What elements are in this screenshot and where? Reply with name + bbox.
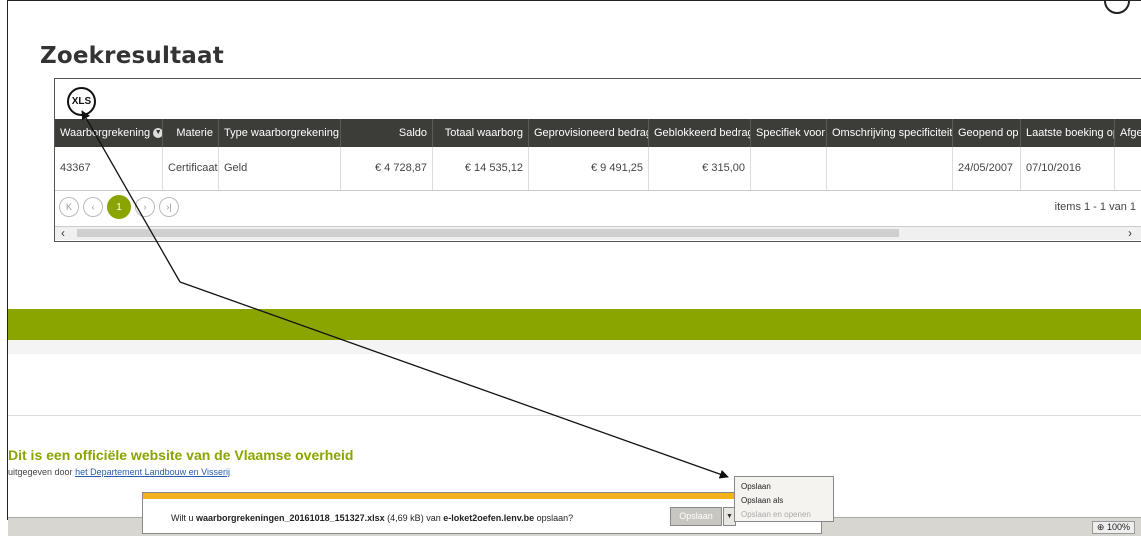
prev-page-button[interactable]: ‹ [83,197,103,217]
xls-export-icon[interactable]: XLS [67,87,96,116]
download-filename: waarborgrekeningen_20161018_151327.xlsx [196,513,385,523]
save-options-menu: Opslaan Opslaan als Opslaan en openen [734,476,834,522]
col-header-specifiek-voor[interactable]: Specifiek voor [751,119,827,147]
page-title: Zoekresultaat [40,43,224,69]
menu-item-save[interactable]: Opslaan [735,480,833,494]
official-notice: Dit is een officiële website van de Vlaa… [8,447,354,463]
col-header-materie[interactable]: Materie [163,119,219,147]
sort-desc-icon[interactable]: ▼ [153,128,162,139]
col-header-saldo[interactable]: Saldo [341,119,433,147]
col-header-laatste-boeking[interactable]: Laatste boeking op [1021,119,1115,147]
menu-item-save-as[interactable]: Opslaan als [735,494,833,508]
cell-specifiek-voor [751,147,827,190]
search-icon[interactable] [1104,0,1130,14]
cell-geprovisioneerd: € 9 491,25 [529,147,649,190]
zoom-level[interactable]: ⊕ 100% [1091,521,1135,534]
table-row[interactable]: 43367 Certificaat Geld € 4 728,87 € 14 5… [55,147,1141,191]
cell-type: Geld [219,147,341,190]
col-header-geprovisioneerd[interactable]: Geprovisioneerd bedrag [529,119,649,147]
footer-divider [8,415,1141,416]
scroll-left-icon[interactable]: ‹ [61,226,65,240]
col-header-type[interactable]: Type waarborgrekening [219,119,341,147]
col-header-afgesloten[interactable]: Afge [1115,119,1141,147]
download-notification-bar: Wilt u waarborgrekeningen_20161018_15132… [142,492,822,534]
grid-header: Waarborgrekening ▼ Materie Type waarborg… [55,119,1141,147]
save-button[interactable]: Opslaan [670,507,722,526]
banner-shadow [8,340,1141,354]
col-header-waarborgrekening[interactable]: Waarborgrekening ▼ [55,119,163,147]
cell-laatste-boeking: 07/10/2016 [1021,147,1115,190]
results-grid: XLS Waarborgrekening ▼ Materie Type waar… [54,78,1141,242]
page-1-button[interactable]: 1 [107,195,131,219]
cell-geopend-op: 24/05/2007 [953,147,1021,190]
cell-omschrijving [827,147,953,190]
green-banner [8,309,1141,340]
download-host: e-loket2oefen.lenv.be [443,513,535,523]
download-question: Wilt u waarborgrekeningen_20161018_15132… [171,513,574,523]
col-header-totaal-waarborg[interactable]: Totaal waarborg [433,119,529,147]
last-page-button[interactable]: ›| [159,197,179,217]
menu-item-save-and-open[interactable]: Opslaan en openen [735,508,833,522]
publisher-link[interactable]: het Departement Landbouw en Visserij [75,467,230,477]
cell-totaal-waarborg: € 14 535,12 [433,147,529,190]
cell-materie: Certificaat [163,147,219,190]
pager: K ‹ 1 › ›| [59,195,179,219]
cell-afgesloten [1115,147,1141,190]
frame-top-border [7,0,1141,1]
cell-waarborgrekening: 43367 [55,147,163,190]
scroll-thumb[interactable] [77,229,899,237]
frame-left-border [7,0,8,520]
col-header-geopend-op[interactable]: Geopend op [953,119,1021,147]
items-info: items 1 - 1 van 1 [1054,201,1136,213]
scroll-right-icon[interactable]: › [1128,226,1132,240]
publisher-prefix: uitgegeven door [8,467,73,477]
next-page-button[interactable]: › [135,197,155,217]
publisher-line: uitgegeven door het Departement Landbouw… [8,467,230,477]
cell-geblokkeerd: € 315,00 [649,147,751,190]
first-page-button[interactable]: K [59,197,79,217]
horizontal-scrollbar[interactable]: ‹ › [55,226,1141,240]
cell-saldo: € 4 728,87 [341,147,433,190]
col-header-geblokkeerd[interactable]: Geblokkeerd bedrag [649,119,751,147]
notification-accent [143,493,821,499]
col-header-omschrijving[interactable]: Omschrijving specificiteit [827,119,953,147]
